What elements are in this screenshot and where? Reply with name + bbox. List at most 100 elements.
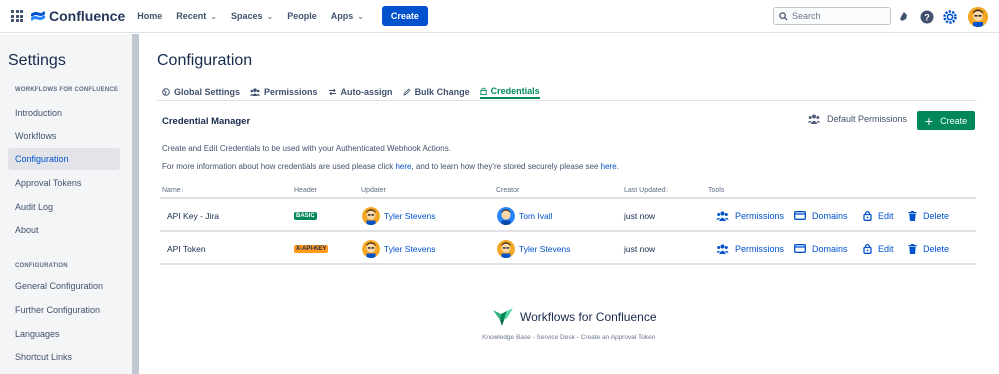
pencil-icon	[402, 88, 410, 96]
credentials-table: Name⁝ Header Updater Creator Last Update…	[160, 185, 976, 265]
chevron-down-icon: ⌄	[266, 11, 274, 21]
sidebar-item-audit-log[interactable]: Audit Log	[8, 196, 120, 218]
tabs-divider	[157, 100, 977, 101]
notifications-icon[interactable]	[897, 10, 911, 24]
nav-home[interactable]: Home	[137, 11, 162, 21]
avatar	[362, 206, 380, 225]
app-name: Confluence	[49, 8, 126, 24]
svg-text:?: ?	[924, 13, 930, 23]
sidebar-section-workflows: WORKFLOWS FOR CONFLUENCE	[15, 87, 119, 93]
search-input[interactable]: Search	[773, 7, 891, 25]
header-badge: X-API-KEY	[294, 244, 329, 253]
column-header-name[interactable]: Name⁝	[162, 187, 184, 194]
footer-links[interactable]: Knowledge Base - Service Desk - Create a…	[482, 334, 655, 341]
top-navigation: Confluence Home Recent ⌄ Spaces ⌄ People A…	[0, 0, 999, 33]
tab-auto-assign[interactable]: Auto-assign	[328, 84, 393, 99]
column-header-updater: Updater	[361, 187, 386, 194]
sidebar-item-languages[interactable]: Languages	[8, 323, 120, 345]
table-row: API Key - Jira BASIC Tyler Stevens Tom I…	[160, 199, 976, 232]
confluence-logo-icon	[31, 11, 45, 21]
nav-spaces[interactable]: Spaces ⌄	[231, 11, 273, 21]
users-icon	[716, 211, 729, 221]
credential-name: API Token	[167, 243, 206, 254]
creator-user[interactable]: Tyler Stevens	[497, 239, 571, 258]
table-header: Name⁝ Header Updater Creator Last Update…	[160, 185, 976, 199]
nav-recent[interactable]: Recent ⌄	[176, 11, 217, 21]
settings-sidebar: Settings WORKFLOWS FOR CONFLUENCE Introd…	[0, 34, 139, 374]
updater-user[interactable]: Tyler Stevens	[362, 239, 436, 258]
app-switcher-icon[interactable]	[11, 10, 23, 22]
nav-people[interactable]: People	[287, 11, 317, 21]
creator-user[interactable]: Tom Ivall	[497, 206, 553, 225]
tab-credentials[interactable]: Credentials	[479, 84, 540, 99]
footer-brand[interactable]: Workflows for Confluence	[493, 308, 657, 326]
search-icon	[779, 11, 788, 21]
user-avatar[interactable]	[968, 7, 988, 27]
sidebar-title: Settings	[8, 52, 66, 69]
avatar	[362, 239, 380, 258]
edit-button[interactable]: Edit	[863, 232, 894, 265]
see-here-link[interactable]: here	[601, 162, 617, 171]
column-header-last-updated[interactable]: Last Updated⁝	[624, 187, 669, 194]
sort-icon: ⁝	[181, 188, 184, 194]
users-icon	[716, 244, 729, 254]
confluence-logo[interactable]: Confluence	[31, 8, 125, 24]
create-credential-button[interactable]: + Create	[917, 111, 975, 130]
header-badge: BASIC	[294, 211, 317, 220]
lock-icon	[863, 210, 872, 221]
sidebar-scrollbar[interactable]	[132, 34, 139, 374]
tab-global-settings[interactable]: Global Settings	[162, 84, 240, 99]
trash-icon	[908, 210, 917, 221]
last-updated: just now	[624, 210, 656, 221]
sidebar-item-workflows[interactable]: Workflows	[8, 125, 120, 147]
default-permissions-button[interactable]: Default Permissions	[808, 114, 907, 124]
credential-manager-title: Credential Manager	[162, 116, 251, 127]
column-header-header: Header	[294, 187, 317, 194]
permissions-button[interactable]: Permissions	[716, 199, 784, 232]
tab-permissions[interactable]: Permissions	[250, 84, 318, 99]
credential-name: API Key - Jira	[167, 210, 219, 221]
swap-arrows-icon	[328, 88, 336, 95]
lock-icon	[863, 243, 872, 254]
sidebar-item-approval-tokens[interactable]: Approval Tokens	[8, 172, 120, 194]
sidebar-item-about[interactable]: About	[8, 219, 120, 241]
sidebar-item-configuration[interactable]: Configuration	[8, 148, 120, 170]
browser-window-icon	[794, 211, 806, 220]
more-info-text: For more information about how credentia…	[162, 162, 619, 171]
users-icon	[808, 114, 820, 124]
globe-icon	[162, 87, 170, 96]
column-header-creator: Creator	[496, 187, 520, 194]
create-button[interactable]: Create	[381, 6, 428, 26]
sidebar-item-further-configuration[interactable]: Further Configuration	[8, 299, 120, 321]
last-updated: just now	[624, 243, 656, 254]
sidebar-item-shortcut-links[interactable]: Shortcut Links	[8, 346, 120, 368]
description-text: Create and Edit Credentials to be used w…	[162, 144, 451, 153]
domains-button[interactable]: Domains	[794, 199, 848, 232]
config-tabs: Global Settings Permissions Auto-assign …	[162, 84, 550, 100]
permissions-button[interactable]: Permissions	[716, 232, 784, 265]
users-icon	[250, 87, 261, 96]
settings-gear-icon[interactable]	[943, 10, 957, 24]
tab-bulk-change[interactable]: Bulk Change	[402, 84, 470, 99]
help-icon[interactable]: ?	[920, 10, 934, 24]
delete-button[interactable]: Delete	[908, 232, 949, 265]
browser-window-icon	[794, 244, 806, 253]
sidebar-item-general-configuration[interactable]: General Configuration	[8, 275, 120, 297]
click-here-link[interactable]: here	[395, 162, 411, 171]
workflows-logo-icon	[493, 308, 513, 326]
chevron-down-icon: ⌄	[210, 11, 217, 21]
sidebar-item-introduction[interactable]: Introduction	[8, 102, 120, 124]
domains-button[interactable]: Domains	[794, 232, 848, 265]
plus-icon: +	[924, 112, 934, 129]
trash-icon	[908, 243, 917, 254]
delete-button[interactable]: Delete	[908, 199, 949, 232]
page-title: Configuration	[157, 52, 253, 69]
updater-user[interactable]: Tyler Stevens	[362, 206, 436, 225]
edit-button[interactable]: Edit	[863, 199, 894, 232]
nav-apps[interactable]: Apps ⌄	[331, 11, 364, 21]
avatar	[497, 206, 515, 225]
sort-icon: ⁝	[666, 188, 669, 194]
chevron-down-icon: ⌄	[357, 11, 364, 21]
lock-icon	[479, 87, 487, 95]
avatar	[497, 239, 515, 258]
